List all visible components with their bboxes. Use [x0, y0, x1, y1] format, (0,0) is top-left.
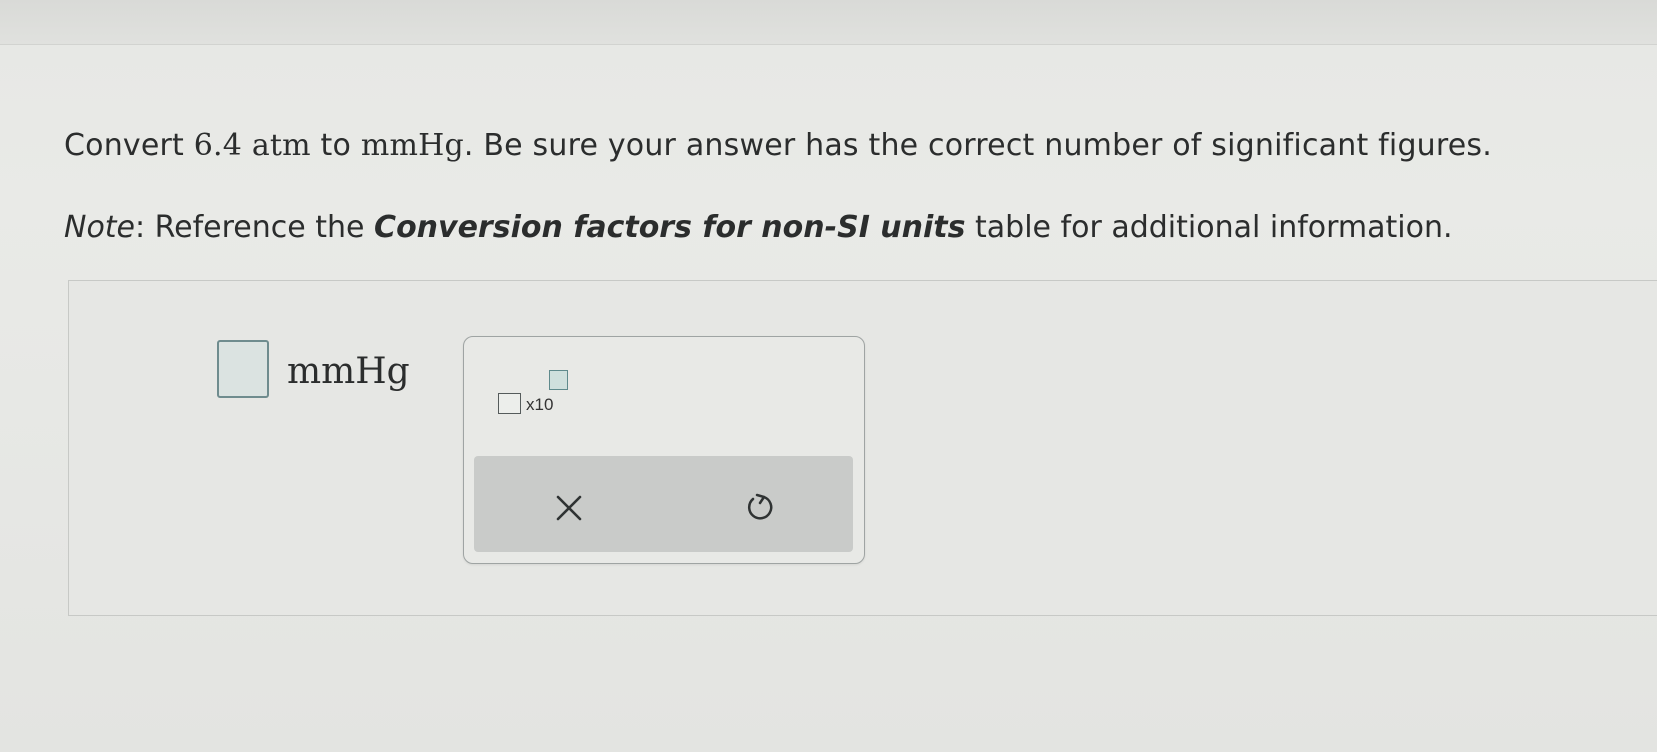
sci-mantissa-box-icon	[498, 393, 521, 414]
sci-x10-label: x10	[526, 395, 554, 414]
clear-button[interactable]	[539, 478, 599, 538]
close-icon	[556, 495, 582, 521]
top-strip	[0, 0, 1657, 45]
conversion-table-link[interactable]: Conversion factors for non-SI units	[374, 210, 965, 245]
scientific-notation-button[interactable]: x10	[495, 368, 575, 416]
question-text: Convert 6.4 atm to mmHg. Be sure your an…	[64, 126, 1654, 166]
note-tail: table for additional information.	[965, 210, 1453, 245]
question-from-unit: atm	[242, 128, 311, 163]
undo-icon	[748, 493, 773, 520]
question-middle: to	[310, 128, 361, 163]
keypad-action-bar	[474, 456, 853, 552]
undo-button[interactable]	[729, 478, 789, 538]
answer-unit-label: mmHg	[287, 351, 410, 392]
question-value: 6.4	[193, 128, 243, 163]
note-intro: : Reference the	[135, 210, 375, 245]
question-suffix: . Be sure your answer has the correct nu…	[463, 128, 1492, 163]
note-label: Note	[64, 210, 136, 245]
answer-input[interactable]	[217, 340, 269, 398]
question-prefix: Convert	[64, 128, 194, 163]
question-to-unit: mmHg	[360, 128, 464, 163]
note-text: Note: Reference the Conversion factors f…	[64, 208, 1654, 248]
sci-exponent-box-icon	[549, 370, 568, 390]
